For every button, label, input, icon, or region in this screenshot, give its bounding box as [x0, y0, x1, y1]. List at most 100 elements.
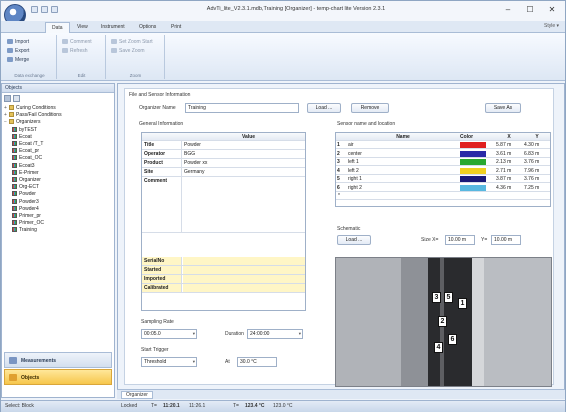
sensor-y[interactable]: 3.76 m: [524, 158, 550, 166]
sensor-marker-1[interactable]: 1: [458, 298, 467, 309]
sensor-x[interactable]: 2.13 m: [496, 158, 522, 166]
general-info-row[interactable]: Operator BGG: [142, 150, 305, 159]
sensor-name[interactable]: air: [348, 141, 458, 149]
sensor-y[interactable]: 3.76 m: [524, 175, 550, 183]
close-button[interactable]: ✕: [543, 4, 561, 16]
sensor-new-row[interactable]: *: [336, 192, 550, 200]
field-value[interactable]: BGG: [184, 150, 195, 158]
quick-access-save-icon[interactable]: [31, 6, 38, 13]
sensor-name[interactable]: center: [348, 150, 458, 158]
sidebar-filter-icon[interactable]: [13, 95, 20, 102]
general-info-row[interactable]: Title Powder: [142, 141, 305, 150]
sensor-x[interactable]: 4.36 m: [496, 184, 522, 192]
sensor-color-swatch[interactable]: [460, 184, 486, 191]
sensor-name[interactable]: left 2: [348, 167, 458, 175]
tab-print[interactable]: Print: [165, 22, 187, 33]
tab-organizer[interactable]: Organizer: [121, 391, 153, 399]
column-header-color[interactable]: Color: [460, 133, 490, 141]
quick-access-undo-icon[interactable]: [41, 6, 48, 13]
tree-item[interactable]: Ecoat3: [12, 162, 35, 170]
remove-organizer-button[interactable]: Remove: [351, 103, 389, 113]
sensor-y[interactable]: 4.30 m: [524, 141, 550, 149]
maximize-button[interactable]: ☐: [521, 4, 539, 16]
sensor-marker-6[interactable]: 6: [448, 334, 457, 345]
sensor-y[interactable]: 7.25 m: [524, 184, 550, 192]
tree-item[interactable]: byTEST: [12, 126, 37, 134]
size-x-input[interactable]: 10.00 m: [445, 235, 475, 245]
tree-item[interactable]: Powder4: [12, 205, 39, 213]
load-organizer-button[interactable]: Load ...: [307, 103, 341, 113]
tree-item[interactable]: + Pass/Fail Conditions: [4, 112, 62, 119]
sensor-y[interactable]: 6.83 m: [524, 150, 550, 158]
tree-item[interactable]: Primer_pr: [12, 213, 41, 220]
sensor-color-swatch[interactable]: [460, 167, 486, 174]
sensor-row[interactable]: 1 air 5.87 m 4.30 m: [336, 141, 550, 149]
sidebar-view-icon[interactable]: [4, 95, 11, 102]
sensor-name[interactable]: left 1: [348, 158, 458, 166]
tree-item[interactable]: E-Primer: [12, 169, 39, 177]
organizer-name-input[interactable]: Training: [185, 103, 299, 113]
general-info-row[interactable]: Comment: [142, 177, 305, 233]
tree-item[interactable]: Training: [12, 227, 37, 234]
tab-view[interactable]: View: [71, 22, 94, 33]
tree-item[interactable]: Ecoat /T_T: [12, 141, 43, 148]
sensor-row[interactable]: 6 right 2 4.36 m 7.25 m: [336, 184, 550, 192]
sensor-color-swatch[interactable]: [460, 159, 486, 165]
field-value[interactable]: Powder xx: [184, 159, 207, 167]
tree-item[interactable]: Org-ECT: [12, 184, 39, 191]
nav-measurements[interactable]: Measurements: [4, 352, 112, 368]
nav-objects[interactable]: Objects: [4, 369, 112, 385]
merge-button[interactable]: Merge: [7, 57, 29, 63]
general-info-row[interactable]: Product Powder xx: [142, 159, 305, 168]
minimize-button[interactable]: –: [499, 4, 517, 16]
tree-item[interactable]: Powder: [12, 191, 36, 198]
column-header-x[interactable]: X: [496, 133, 522, 141]
comment-button[interactable]: Comment: [62, 39, 92, 45]
field-value[interactable]: Germany: [184, 168, 205, 176]
tree-item[interactable]: Ecoat_pr: [12, 148, 39, 155]
sensor-color-swatch[interactable]: [460, 142, 486, 148]
tree-item[interactable]: − Organizers: [4, 119, 40, 126]
sensor-color-swatch[interactable]: [460, 150, 486, 157]
tab-data[interactable]: Data: [45, 22, 70, 33]
tab-options[interactable]: Options: [133, 22, 162, 33]
import-button[interactable]: Import: [7, 39, 29, 45]
sensor-name[interactable]: right 1: [348, 175, 458, 183]
set-zoom-start-button[interactable]: Set Zoom Start: [111, 39, 153, 45]
sensor-row[interactable]: 3 left 1 2.13 m 3.76 m: [336, 158, 550, 166]
tree-item[interactable]: Primer_OC: [12, 220, 44, 227]
sensor-marker-3[interactable]: 3: [432, 292, 441, 303]
sensor-marker-5[interactable]: 5: [444, 292, 453, 303]
sensor-color-swatch[interactable]: [460, 176, 486, 182]
tree-item[interactable]: Organizer: [12, 177, 41, 184]
export-button[interactable]: Export: [7, 48, 29, 54]
sensor-marker-4[interactable]: 4: [434, 342, 443, 353]
start-trigger-select[interactable]: Threshold ▾: [141, 357, 197, 367]
threshold-input[interactable]: 30.0 °C: [237, 357, 277, 367]
column-header-y[interactable]: Y: [524, 133, 550, 141]
field-value[interactable]: Powder: [184, 141, 201, 149]
quick-access-dropdown-icon[interactable]: [51, 6, 58, 13]
sensor-row[interactable]: 4 left 2 2.71 m 7.96 m: [336, 167, 550, 175]
sensor-x[interactable]: 3.61 m: [496, 150, 522, 158]
tab-instrument[interactable]: Instrument: [95, 22, 131, 33]
sampling-rate-select[interactable]: 00:05.0 ▾: [141, 329, 197, 339]
general-info-row[interactable]: Site Germany: [142, 168, 305, 177]
sensor-row[interactable]: 2 center 3.61 m 6.83 m: [336, 150, 550, 158]
load-schematic-button[interactable]: Load ...: [337, 235, 371, 245]
sensor-x[interactable]: 5.87 m: [496, 141, 522, 149]
sensor-name[interactable]: right 2: [348, 184, 458, 192]
style-menu[interactable]: Style ▾: [544, 23, 559, 29]
duration-select[interactable]: 24:00:00 ▾: [247, 329, 303, 339]
sensor-x[interactable]: 3.87 m: [496, 175, 522, 183]
sensor-y[interactable]: 7.96 m: [524, 167, 550, 175]
tree-item[interactable]: Ecoat_OC: [12, 155, 42, 162]
tree-item[interactable]: + Curing Conditions: [4, 105, 56, 112]
column-header-name[interactable]: Name: [348, 133, 458, 141]
sensor-row[interactable]: 5 right 1 3.87 m 3.76 m: [336, 175, 550, 183]
sensor-marker-2[interactable]: 2: [438, 316, 447, 327]
tree-item[interactable]: Ecoat: [12, 133, 32, 141]
save-zoom-button[interactable]: Save Zoom: [111, 48, 145, 54]
save-as-button[interactable]: Save As: [485, 103, 521, 113]
refresh-button[interactable]: Refresh: [62, 48, 88, 54]
